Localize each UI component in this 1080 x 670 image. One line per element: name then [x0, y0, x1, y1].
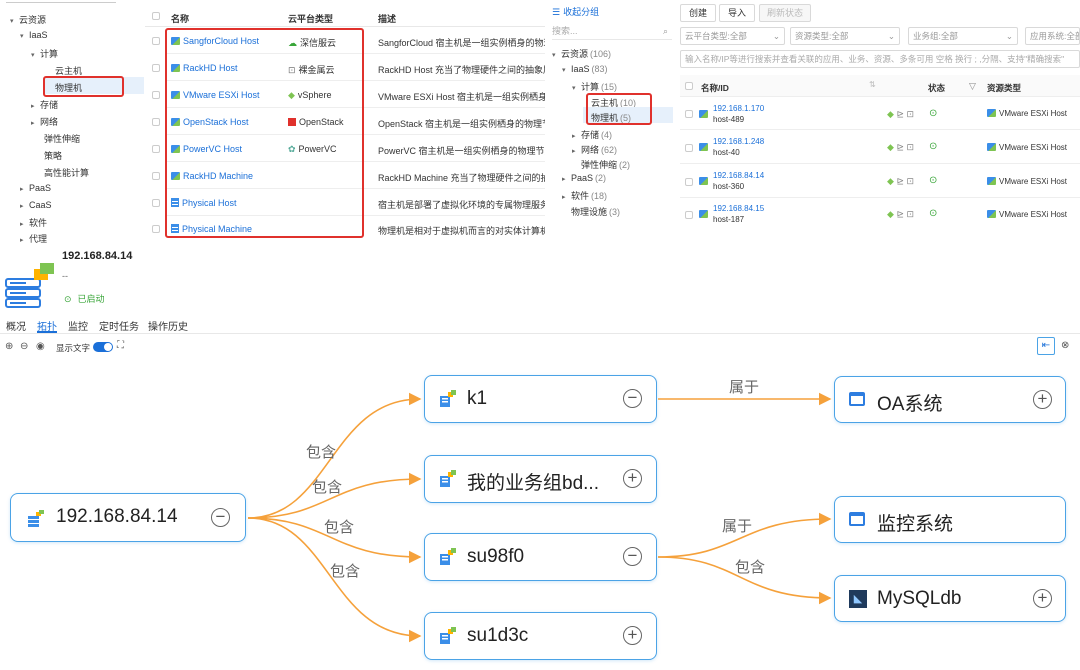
node-label: OA系统: [877, 394, 943, 415]
node-label: su98f0: [467, 546, 525, 567]
node-label: MySQLdb: [877, 588, 962, 609]
application-window-icon: [849, 392, 865, 406]
edge-label-contains: 包含: [324, 519, 355, 536]
edge-label-contains: 包含: [312, 479, 343, 496]
vm-icon: [439, 390, 457, 410]
expand-node-icon[interactable]: +: [623, 626, 642, 645]
vm-icon: [439, 470, 457, 490]
application-window-icon: [849, 512, 865, 526]
edge-label-belongs: 属于: [729, 379, 760, 396]
server-host-icon: [27, 510, 45, 530]
topology-node-oa-system[interactable]: OA系统 +: [834, 376, 1066, 423]
topology-node-mysqldb[interactable]: ◣ MySQLdb +: [834, 575, 1066, 622]
expand-node-icon[interactable]: +: [623, 469, 642, 488]
edge-label-belongs: 属于: [722, 518, 753, 535]
node-label: 192.168.84.14: [56, 506, 178, 527]
node-label: k1: [467, 388, 488, 409]
node-label: 我的业务组bd...: [467, 473, 599, 494]
topology-node-su98f0[interactable]: su98f0 −: [424, 533, 657, 581]
topology-node-monitor-system[interactable]: 监控系统: [834, 496, 1066, 543]
mysql-icon: ◣: [849, 590, 867, 608]
node-label: 监控系统: [877, 514, 954, 535]
expand-node-icon[interactable]: +: [1033, 390, 1052, 409]
topology-node-k1[interactable]: k1 −: [424, 375, 657, 423]
topology-node-su1d3c[interactable]: su1d3c +: [424, 612, 657, 660]
edge-label-contains: 包含: [306, 444, 337, 461]
topology-node-business-group[interactable]: 我的业务组bd... +: [424, 455, 657, 503]
collapse-node-icon[interactable]: −: [623, 547, 642, 566]
vm-icon: [439, 548, 457, 568]
topology-node-root[interactable]: 192.168.84.14 −: [10, 493, 246, 542]
expand-node-icon[interactable]: +: [1033, 589, 1052, 608]
vm-icon: [439, 627, 457, 647]
node-label: su1d3c: [467, 625, 529, 646]
collapse-node-icon[interactable]: −: [623, 389, 642, 408]
edge-label-contains: 包含: [330, 563, 361, 580]
edge-label-contains: 包含: [735, 559, 766, 576]
collapse-node-icon[interactable]: −: [211, 508, 230, 527]
